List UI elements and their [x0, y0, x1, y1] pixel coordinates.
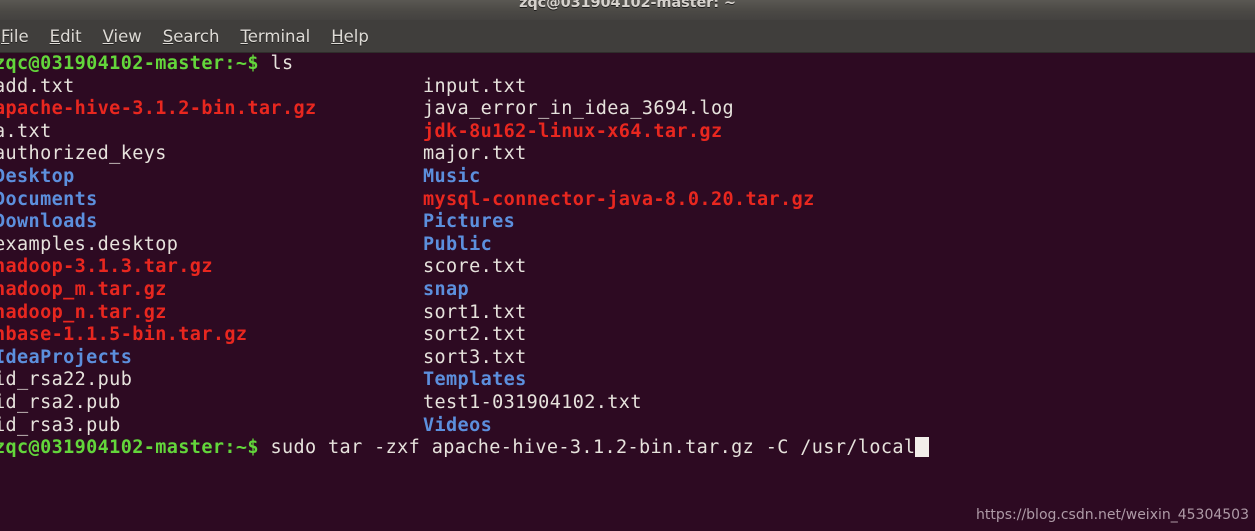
listing-entry-left: hbase-1.1.5-bin.tar.gz	[0, 324, 248, 346]
menu-item-terminal[interactable]: Terminal	[240, 24, 319, 49]
listing-entry-left: IdeaProjects	[0, 346, 133, 368]
listing-entry-left: apache-hive-3.1.2-bin.tar.gz	[0, 98, 317, 120]
text-cursor	[915, 437, 929, 458]
listing-row: hadoop_m.tar.gz snap	[0, 279, 1255, 302]
listing-row: Desktop Music	[0, 166, 1255, 189]
listing-entry-right: Public	[423, 233, 493, 255]
menu-bar: File Edit View Search Terminal Help	[0, 20, 1255, 53]
listing-entry-left: Documents	[0, 188, 98, 210]
menu-item-label: ile	[9, 27, 29, 46]
listing-row: examples.desktop Public	[0, 234, 1255, 257]
menu-item-edit[interactable]: Edit	[50, 24, 91, 49]
listing-row: id_rsa3.pub Videos	[0, 415, 1255, 438]
listing-row: IdeaProjects sort3.txt	[0, 347, 1255, 370]
menu-item-file[interactable]: File	[1, 24, 38, 49]
listing-entry-right: Pictures	[423, 211, 516, 233]
listing-row: Downloads Pictures	[0, 211, 1255, 234]
listing-entry-left: a.txt	[0, 120, 52, 142]
listing-entry-right: Templates	[423, 369, 527, 391]
listing-entry-right: score.txt	[423, 256, 527, 278]
listing-row: add.txt input.txt	[0, 76, 1255, 99]
listing-entry-right: sort3.txt	[423, 346, 527, 368]
listing-entry-left: id_rsa22.pub	[0, 369, 133, 391]
listing-entry-left: Desktop	[0, 165, 75, 187]
listing-entry-right: Music	[423, 165, 481, 187]
menu-item-label: dit	[60, 27, 82, 46]
listing-entry-left: id_rsa2.pub	[0, 391, 121, 413]
listing-row: id_rsa2.pub test1-031904102.txt	[0, 392, 1255, 415]
terminal-prompt-line: zqc@031904102-master:~$ ls	[0, 53, 1255, 76]
listing-entry-left: add.txt	[0, 75, 75, 97]
listing-entry-right: mysql-connector-java-8.0.20.tar.gz	[423, 188, 815, 210]
menu-item-accelerator: T	[240, 27, 248, 46]
listing-entry-left: Downloads	[0, 211, 98, 233]
window-title: zqc@031904102-master: ~	[519, 0, 736, 11]
listing-row: apache-hive-3.1.2-bin.tar.gz java_error_i…	[0, 98, 1255, 121]
listing-row: authorized_keys major.txt	[0, 143, 1255, 166]
terminal-screen[interactable]: zqc@031904102-master:~$ ls add.txt input.t…	[0, 53, 1255, 531]
listing-entry-left: hadoop-3.1.3.tar.gz	[0, 256, 213, 278]
menu-item-view[interactable]: View	[103, 24, 151, 49]
menu-item-accelerator: E	[49, 27, 61, 46]
shell-command: ls	[258, 53, 294, 74]
shell-command-input: sudo tar -zxf apache-hive-3.1.2-bin.tar.…	[258, 437, 916, 459]
menu-item-label: elp	[343, 27, 369, 46]
menu-item-list: File Edit View Search Terminal Help	[0, 20, 389, 53]
listing-row: Documents mysql-connector-java-8.0.20.tar…	[0, 189, 1255, 212]
menu-item-accelerator: H	[331, 27, 344, 46]
shell-prompt: zqc@031904102-master:~$	[0, 437, 259, 459]
menu-item-search[interactable]: Search	[163, 24, 229, 49]
shell-prompt: zqc@031904102-master:~$	[0, 53, 259, 74]
listing-row: id_rsa22.pub Templates	[0, 369, 1255, 392]
csdn-watermark: https://blog.csdn.net/weixin_45304503	[975, 507, 1249, 523]
listing-entry-right: sort2.txt	[423, 324, 527, 346]
menu-item-help[interactable]: Help	[331, 24, 378, 49]
listing-row: a.txt jdk-8u162-linux-x64.tar.gz	[0, 121, 1255, 144]
listing-entry-right: snap	[423, 278, 470, 300]
terminal-content: zqc@031904102-master:~$ ls add.txt input.t…	[0, 53, 1255, 460]
terminal-window: zqc@031904102-master: ~ File Edit View Sear…	[0, 0, 1255, 531]
listing-entry-right: test1-031904102.txt	[423, 391, 642, 413]
listing-entry-right: major.txt	[423, 143, 527, 165]
terminal-active-prompt-line[interactable]: zqc@031904102-master:~$ sudo tar -zxf ap…	[0, 437, 1255, 460]
listing-entry-right: java_error_in_idea_3694.log	[423, 98, 734, 120]
listing-entry-left: authorized_keys	[0, 143, 167, 165]
listing-entry-left: hadoop_m.tar.gz	[0, 278, 167, 300]
listing-entry-right: jdk-8u162-linux-x64.tar.gz	[423, 120, 723, 142]
listing-entry-left: id_rsa3.pub	[0, 414, 121, 436]
menu-item-accelerator: S	[162, 27, 174, 46]
listing-entry-left: hadoop_n.tar.gz	[0, 301, 167, 323]
menu-item-label: earch	[173, 27, 220, 46]
menu-item-accelerator: V	[102, 27, 114, 46]
listing-row: hbase-1.1.5-bin.tar.gz sort2.txt	[0, 324, 1255, 347]
listing-row: hadoop_n.tar.gz sort1.txt	[0, 302, 1255, 325]
listing-row: hadoop-3.1.3.tar.gz score.txt	[0, 256, 1255, 279]
menu-item-label: iew	[113, 27, 142, 46]
listing-entry-right: input.txt	[423, 75, 527, 97]
listing-entry-right: Videos	[423, 414, 493, 436]
window-titlebar[interactable]: zqc@031904102-master: ~	[0, 0, 1255, 20]
listing-entry-left: examples.desktop	[0, 233, 179, 255]
listing-entry-right: sort1.txt	[423, 301, 527, 323]
menu-item-label: erminal	[247, 27, 311, 46]
